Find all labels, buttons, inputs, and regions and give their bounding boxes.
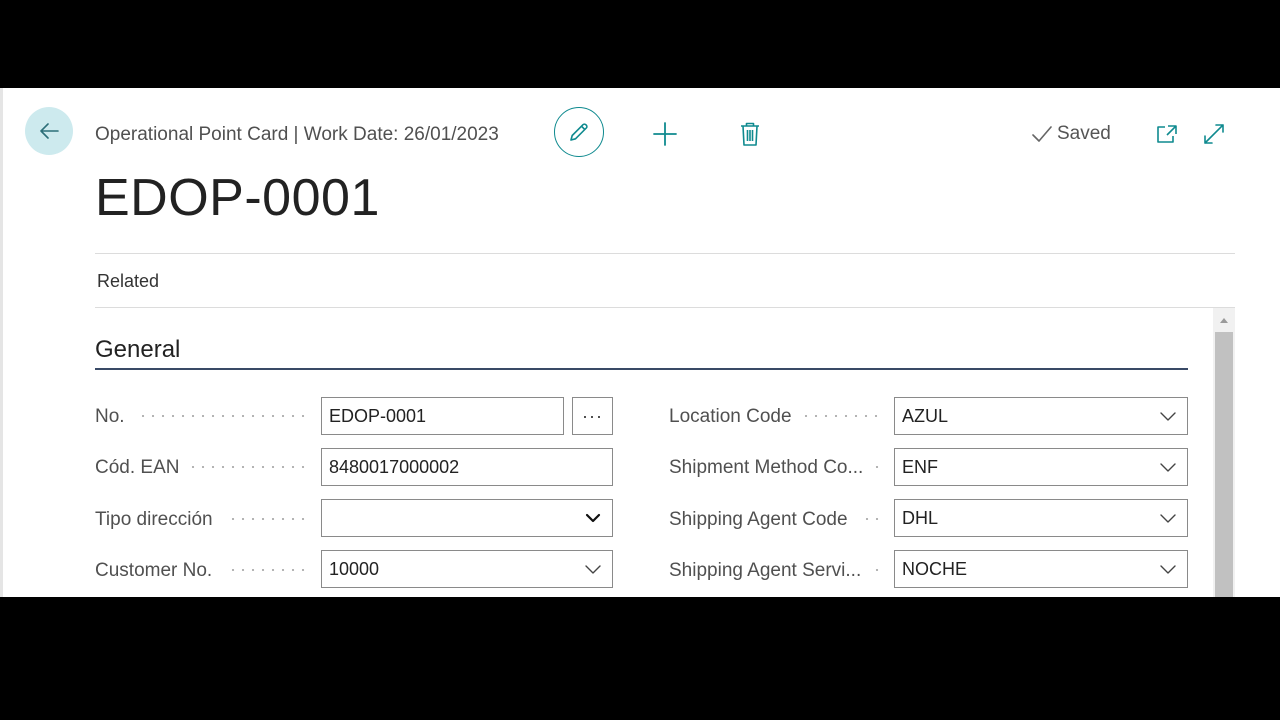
- chevron-down-icon[interactable]: [1159, 460, 1177, 474]
- open-in-new-window-button[interactable]: [1153, 121, 1181, 147]
- label-dot-leader: [138, 415, 308, 417]
- back-button[interactable]: [25, 107, 73, 155]
- ean-value: 8480017000002: [329, 457, 460, 477]
- location-code-field[interactable]: AZUL: [894, 397, 1188, 435]
- no-value: EDOP-0001: [329, 406, 427, 426]
- label-dot-leader: [872, 569, 882, 571]
- no-field[interactable]: EDOP-0001: [321, 397, 564, 435]
- no-lookup-button[interactable]: ···: [572, 397, 613, 435]
- expand-icon: [1204, 124, 1224, 144]
- left-edge-strip: [0, 88, 3, 597]
- shipment-method-field[interactable]: ENF: [894, 448, 1188, 486]
- label-dot-leader: [862, 518, 882, 520]
- record-title: EDOP-0001: [95, 169, 380, 227]
- chevron-down-icon[interactable]: [584, 562, 602, 576]
- checkmark-icon: [1032, 126, 1052, 142]
- field-label-ean: Cód. EAN: [95, 457, 180, 478]
- expand-button[interactable]: [1200, 120, 1228, 148]
- divider: [95, 253, 1235, 254]
- label-dot-leader: [188, 466, 308, 468]
- customer-no-value: 10000: [329, 559, 380, 579]
- customer-no-field[interactable]: 10000: [321, 550, 613, 588]
- trash-icon: [741, 122, 759, 146]
- shipping-agent-field[interactable]: DHL: [894, 499, 1188, 537]
- ean-field[interactable]: 8480017000002: [321, 448, 613, 486]
- open-in-new-window-icon: [1157, 125, 1177, 143]
- arrow-left-icon: [40, 123, 59, 139]
- chevron-down-icon: [585, 513, 601, 523]
- new-button[interactable]: [650, 119, 680, 149]
- shipment-method-value: ENF: [902, 457, 938, 477]
- shipping-agent-service-field[interactable]: NOCHE: [894, 550, 1188, 588]
- shipping-agent-service-value: NOCHE: [902, 559, 968, 579]
- section-title-general: General: [95, 336, 181, 363]
- field-label-customer-no: Customer No.: [95, 560, 213, 581]
- tipo-direccion-select[interactable]: [321, 499, 613, 537]
- chevron-down-icon[interactable]: [1159, 511, 1177, 525]
- edit-button[interactable]: [554, 107, 604, 157]
- related-menu[interactable]: Related: [97, 271, 159, 292]
- caret-up-icon: [1220, 318, 1228, 323]
- label-dot-leader: [228, 569, 308, 571]
- pencil-icon: [570, 123, 588, 141]
- field-label-location-code: Location Code: [669, 406, 792, 427]
- saved-label: Saved: [1057, 123, 1111, 144]
- location-code-value: AZUL: [902, 406, 949, 426]
- plus-icon: [653, 122, 677, 146]
- chevron-down-icon[interactable]: [1159, 562, 1177, 576]
- chevron-down-icon[interactable]: [1159, 409, 1177, 423]
- field-label-shipping-agent-service: Shipping Agent Servi...: [669, 560, 862, 581]
- label-dot-leader: [801, 415, 881, 417]
- field-label-shipping-agent: Shipping Agent Code: [669, 509, 848, 530]
- label-dot-leader: [872, 466, 882, 468]
- field-label-no: No.: [95, 406, 125, 427]
- page-header-title: Operational Point Card | Work Date: 26/0…: [95, 124, 499, 145]
- delete-button[interactable]: [736, 119, 764, 149]
- section-rule: [95, 368, 1188, 370]
- field-label-tipo-direccion: Tipo dirección: [95, 509, 213, 530]
- operational-point-card: Operational Point Card | Work Date: 26/0…: [0, 88, 1280, 597]
- label-dot-leader: [228, 518, 308, 520]
- scroll-up-button[interactable]: [1213, 310, 1235, 330]
- divider: [95, 307, 1235, 308]
- shipping-agent-value: DHL: [902, 508, 939, 528]
- saved-status: Saved: [1031, 123, 1111, 145]
- scrollbar-thumb[interactable]: [1215, 332, 1233, 597]
- field-label-shipment-method: Shipment Method Co...: [669, 457, 864, 478]
